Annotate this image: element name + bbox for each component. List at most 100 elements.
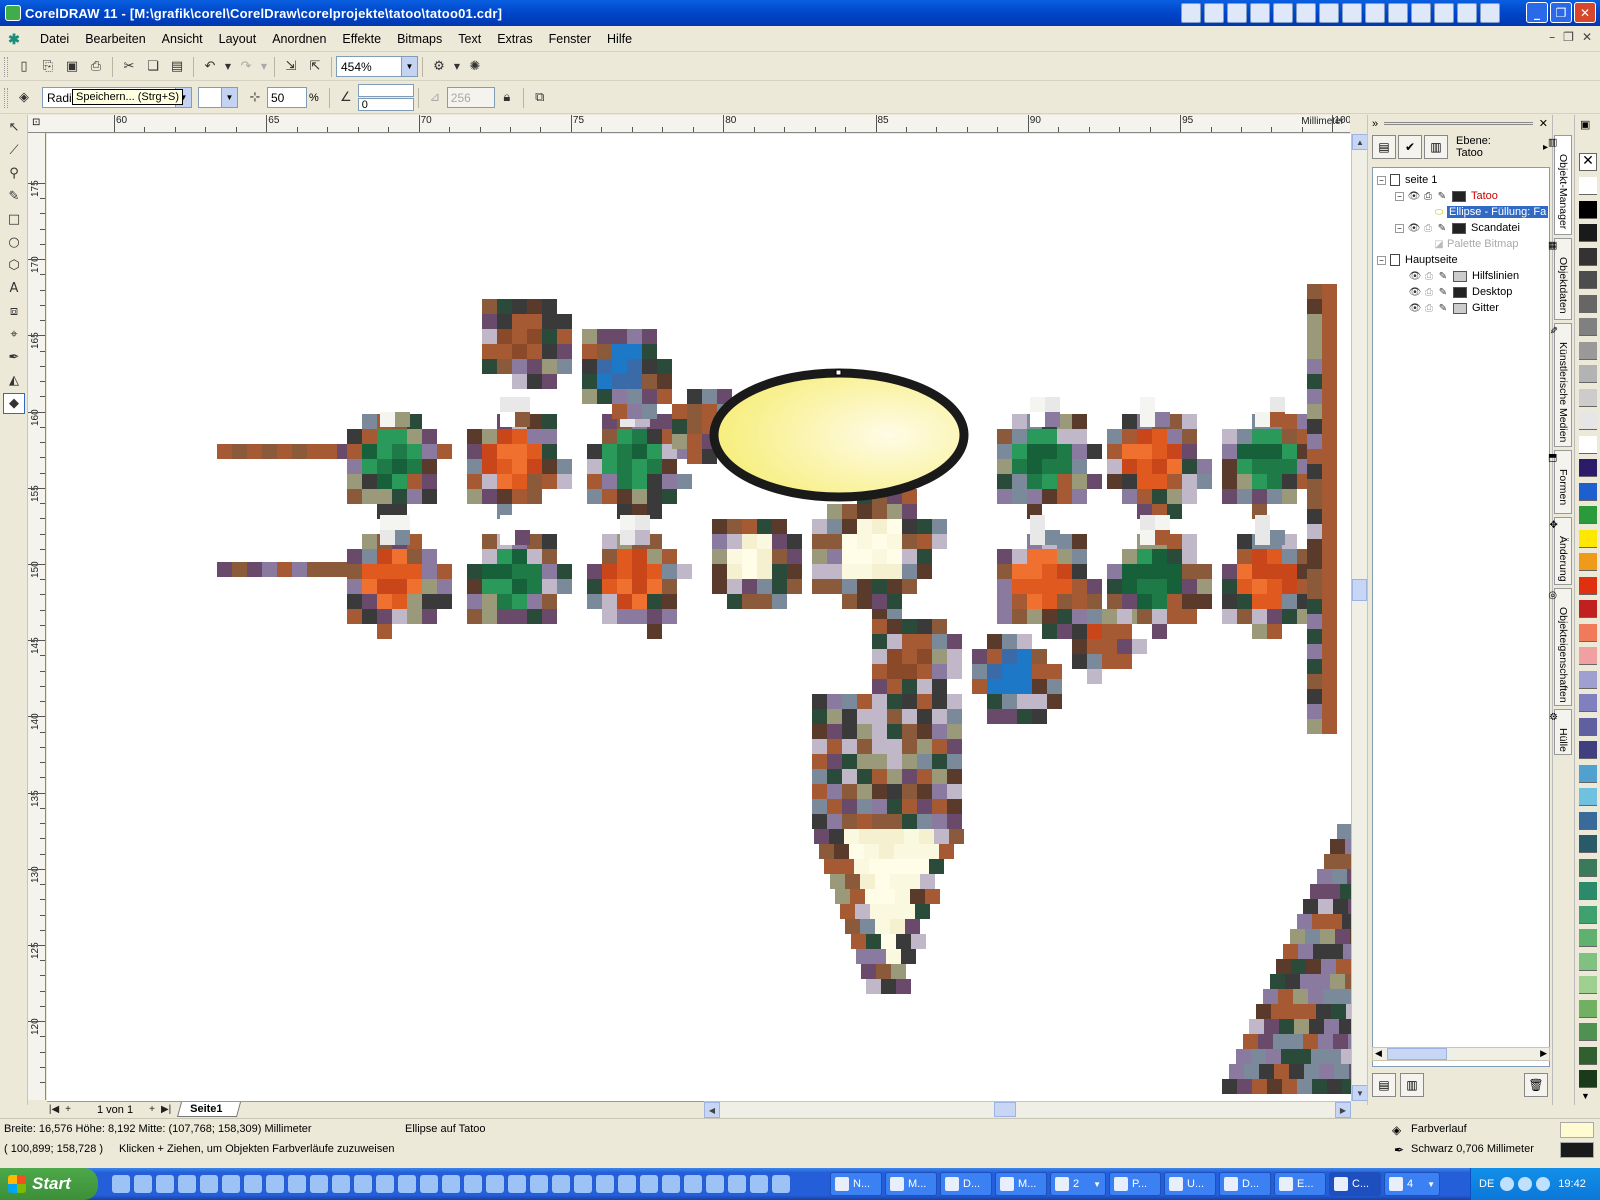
- tray-app-icon[interactable]: [1457, 3, 1477, 23]
- pencil-icon[interactable]: ✎: [1437, 302, 1449, 314]
- tray-app-icon[interactable]: [1480, 3, 1500, 23]
- collapse-icon[interactable]: −: [1395, 191, 1404, 201]
- scroll-right-icon[interactable]: ▶: [1335, 1102, 1351, 1118]
- ruler-origin-icon[interactable]: ⊡: [32, 117, 40, 128]
- printer-icon[interactable]: ⎙: [1423, 302, 1435, 314]
- undo-dropdown-icon[interactable]: ▼: [223, 56, 233, 78]
- fill-tool-icon[interactable]: ◭: [3, 370, 25, 391]
- toolbar-grip[interactable]: [4, 56, 8, 77]
- menu-hilfe[interactable]: Hilfe: [599, 32, 640, 46]
- quicklaunch-icon[interactable]: [266, 1175, 284, 1193]
- menu-anordnen[interactable]: Anordnen: [264, 32, 334, 46]
- menu-layout[interactable]: Layout: [211, 32, 265, 46]
- color-swatch[interactable]: [1579, 247, 1597, 266]
- color-swatch[interactable]: [1579, 553, 1597, 571]
- copy-fill-properties-icon[interactable]: ⧉: [529, 87, 551, 109]
- quicklaunch-icon[interactable]: [332, 1175, 350, 1193]
- outline-color-swatch[interactable]: [1560, 1142, 1594, 1158]
- quicklaunch-icon[interactable]: [134, 1175, 152, 1193]
- first-page-icon[interactable]: |◀: [47, 1104, 61, 1115]
- pencil-icon[interactable]: ✎: [1436, 190, 1448, 202]
- redo-icon[interactable]: ↷: [235, 56, 257, 78]
- copy-icon[interactable]: ❏: [142, 56, 164, 78]
- chevron-down-icon[interactable]: ▼: [401, 57, 417, 76]
- tray-app-icon[interactable]: [1319, 3, 1339, 23]
- fill-properties-icon[interactable]: ◈: [13, 87, 35, 109]
- docker-close-icon[interactable]: ✕: [1539, 117, 1548, 130]
- color-swatch[interactable]: [1579, 388, 1597, 407]
- color-swatch[interactable]: [1579, 741, 1597, 759]
- eyedropper-tool-icon[interactable]: ⌖: [3, 324, 25, 345]
- color-swatch[interactable]: [1579, 882, 1597, 900]
- chevron-down-icon[interactable]: ▼: [221, 88, 237, 107]
- midpoint-spinner[interactable]: 50: [267, 87, 307, 108]
- color-swatch[interactable]: [1579, 412, 1597, 430]
- eye-icon[interactable]: 👁︎: [1409, 286, 1422, 298]
- taskbar-button[interactable]: N...: [830, 1172, 882, 1196]
- redo-dropdown-icon[interactable]: ▼: [259, 56, 269, 78]
- tray-app-icon[interactable]: [1250, 3, 1270, 23]
- last-page-icon[interactable]: ▶|: [159, 1104, 173, 1115]
- color-swatch[interactable]: [1579, 506, 1597, 524]
- ellipse-tool-icon[interactable]: ○: [3, 232, 25, 253]
- printer-icon[interactable]: ⎙: [1423, 286, 1435, 298]
- quicklaunch-icon[interactable]: [706, 1175, 724, 1193]
- scroll-right-icon[interactable]: ▶: [1540, 1048, 1547, 1059]
- quicklaunch-icon[interactable]: [728, 1175, 746, 1193]
- delete-trash-icon[interactable]: 🗑︎: [1524, 1073, 1548, 1097]
- color-swatch[interactable]: [1579, 929, 1597, 947]
- new-layer-icon[interactable]: ▤: [1372, 1073, 1396, 1097]
- color-swatch[interactable]: [1579, 365, 1597, 383]
- pencil-icon[interactable]: ✎: [1436, 222, 1448, 234]
- show-properties-icon[interactable]: ▤: [1372, 135, 1396, 159]
- interactive-fill-tool-icon[interactable]: ◆: [3, 393, 25, 414]
- scroll-down-icon[interactable]: ▼: [1352, 1085, 1368, 1101]
- language-indicator[interactable]: DE: [1479, 1178, 1494, 1190]
- steps-spinner[interactable]: 256: [446, 87, 495, 108]
- color-swatch[interactable]: [1579, 905, 1597, 924]
- ellipse-node-handle[interactable]: [835, 369, 842, 376]
- color-swatch[interactable]: [1579, 294, 1597, 313]
- color-swatch[interactable]: [1579, 717, 1597, 736]
- scroll-left-icon[interactable]: ◀: [1375, 1048, 1382, 1059]
- coreldraw-app-icon[interactable]: [5, 5, 21, 21]
- outline-pen-icon[interactable]: ✒: [1394, 1143, 1404, 1157]
- edit-across-layers-icon[interactable]: ✔: [1398, 135, 1422, 159]
- color-swatch[interactable]: [1579, 647, 1597, 665]
- tray-app-icon[interactable]: [1227, 3, 1247, 23]
- tray-icon[interactable]: [1536, 1177, 1551, 1191]
- application-launcher-icon[interactable]: ⚙: [428, 56, 450, 78]
- taskbar-button[interactable]: 4 ▼: [1384, 1172, 1440, 1196]
- printer-icon[interactable]: ⎙: [1422, 222, 1434, 234]
- tree-layer-scandatei[interactable]: − 👁︎ ⎙ ✎ Scandatei: [1395, 220, 1520, 236]
- lock-icon[interactable]: 🔒︎: [496, 87, 518, 109]
- tree-page-seite1[interactable]: − seite 1: [1377, 172, 1437, 188]
- doc-restore-button[interactable]: ❐: [1563, 30, 1574, 44]
- tab-kuenstlerische-medien[interactable]: ✎ Künstlerische Medien: [1547, 323, 1572, 447]
- undo-icon[interactable]: ↶: [199, 56, 221, 78]
- fill-type-combo[interactable]: Radia ▼ Speichern... (Strg+S): [42, 87, 192, 108]
- tray-app-icon[interactable]: [1365, 3, 1385, 23]
- start-button[interactable]: Start: [0, 1168, 98, 1200]
- fill-indicator-icon[interactable]: ◈: [1392, 1123, 1401, 1137]
- color-swatch[interactable]: [1579, 999, 1597, 1018]
- color-swatch[interactable]: [1579, 976, 1597, 994]
- color-swatch[interactable]: [1579, 623, 1597, 642]
- tab-formen[interactable]: ◧ Formen: [1547, 450, 1572, 514]
- taskbar-button[interactable]: D...: [1219, 1172, 1271, 1196]
- docker-horizontal-scrollbar[interactable]: ◀ ▶: [1372, 1047, 1550, 1061]
- open-icon[interactable]: ⎘: [37, 56, 59, 78]
- tray-app-icon[interactable]: [1181, 3, 1201, 23]
- layer-manager-view-icon[interactable]: ▥: [1424, 135, 1448, 159]
- tray-app-icon[interactable]: [1204, 3, 1224, 23]
- vertical-ruler[interactable]: 175170165160155150145140135130125120 Mil…: [28, 133, 46, 1100]
- menu-datei[interactable]: Datei: [32, 32, 77, 46]
- no-color-swatch[interactable]: ✕: [1579, 153, 1597, 171]
- tree-object-bitmap[interactable]: ◪ Palette Bitmap: [1433, 236, 1518, 252]
- tray-app-icon[interactable]: [1273, 3, 1293, 23]
- rectangle-tool-icon[interactable]: □: [3, 209, 25, 230]
- tab-objekt-manager[interactable]: ▤ Objekt-Manager: [1547, 135, 1572, 235]
- quicklaunch-icon[interactable]: [552, 1175, 570, 1193]
- collapse-icon[interactable]: −: [1395, 223, 1404, 233]
- toolbar-grip[interactable]: [4, 87, 8, 108]
